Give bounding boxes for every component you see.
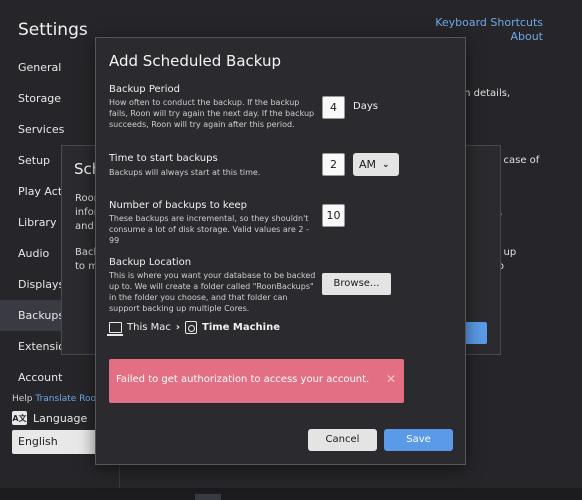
schedule-modal-text-3: and	[75, 221, 94, 232]
location-path: This Mac › Time Machine	[107, 321, 280, 336]
backup-location-desc: This is where you want your database to …	[109, 271, 316, 313]
backup-location-label: Backup Location	[109, 257, 192, 268]
backup-period-desc: How often to conduct the backup. If the …	[109, 98, 315, 129]
chevron-down-icon: ⌄	[382, 159, 390, 170]
help-label: Help	[12, 394, 33, 404]
bottom-tab[interactable]	[195, 494, 221, 500]
language-row: A文 Language	[12, 411, 87, 425]
error-banner: Failed to get authorization to access yo…	[109, 359, 404, 403]
start-time-desc: Backups will always start at this time.	[109, 168, 261, 177]
backup-period-unit: Days	[353, 101, 378, 112]
schedule-modal-button[interactable]	[463, 322, 487, 344]
start-time-label: Time to start backups	[109, 153, 218, 164]
bottom-bar	[0, 488, 582, 500]
add-scheduled-backup-dialog: Add Scheduled Backup Backup Period How o…	[95, 37, 466, 465]
cancel-button[interactable]: Cancel	[308, 429, 377, 451]
error-message: Failed to get authorization to access yo…	[116, 374, 370, 385]
computer-icon	[107, 322, 123, 336]
close-icon[interactable]: ✕	[386, 372, 396, 386]
backup-period-input[interactable]: 4	[322, 96, 345, 119]
save-button[interactable]: Save	[384, 429, 453, 451]
chevron-right-icon: ›	[175, 322, 180, 333]
keep-count-desc: These backups are incremental, so they s…	[109, 214, 309, 245]
help-line: Help Translate Roon!	[12, 394, 105, 404]
drive-icon	[185, 321, 197, 334]
language-icon: A文	[12, 411, 27, 425]
path-leaf-label[interactable]: Time Machine	[202, 322, 280, 333]
ampm-select[interactable]: AM ⌄	[353, 153, 399, 176]
path-root-label[interactable]: This Mac	[127, 322, 171, 333]
start-time-hour-input[interactable]: 2	[322, 153, 345, 176]
language-select[interactable]: English	[12, 430, 102, 454]
settings-title: Settings	[18, 20, 88, 40]
keep-count-input[interactable]: 10	[322, 204, 345, 227]
keep-count-label: Number of backups to keep	[109, 200, 248, 211]
backup-period-label: Backup Period	[109, 84, 181, 95]
keyboard-shortcuts-link[interactable]: Keyboard Shortcuts	[435, 16, 543, 30]
browse-button[interactable]: Browse...	[322, 273, 391, 295]
ampm-value: AM	[359, 158, 377, 171]
language-label: Language	[33, 411, 88, 425]
dialog-title: Add Scheduled Backup	[109, 52, 282, 70]
